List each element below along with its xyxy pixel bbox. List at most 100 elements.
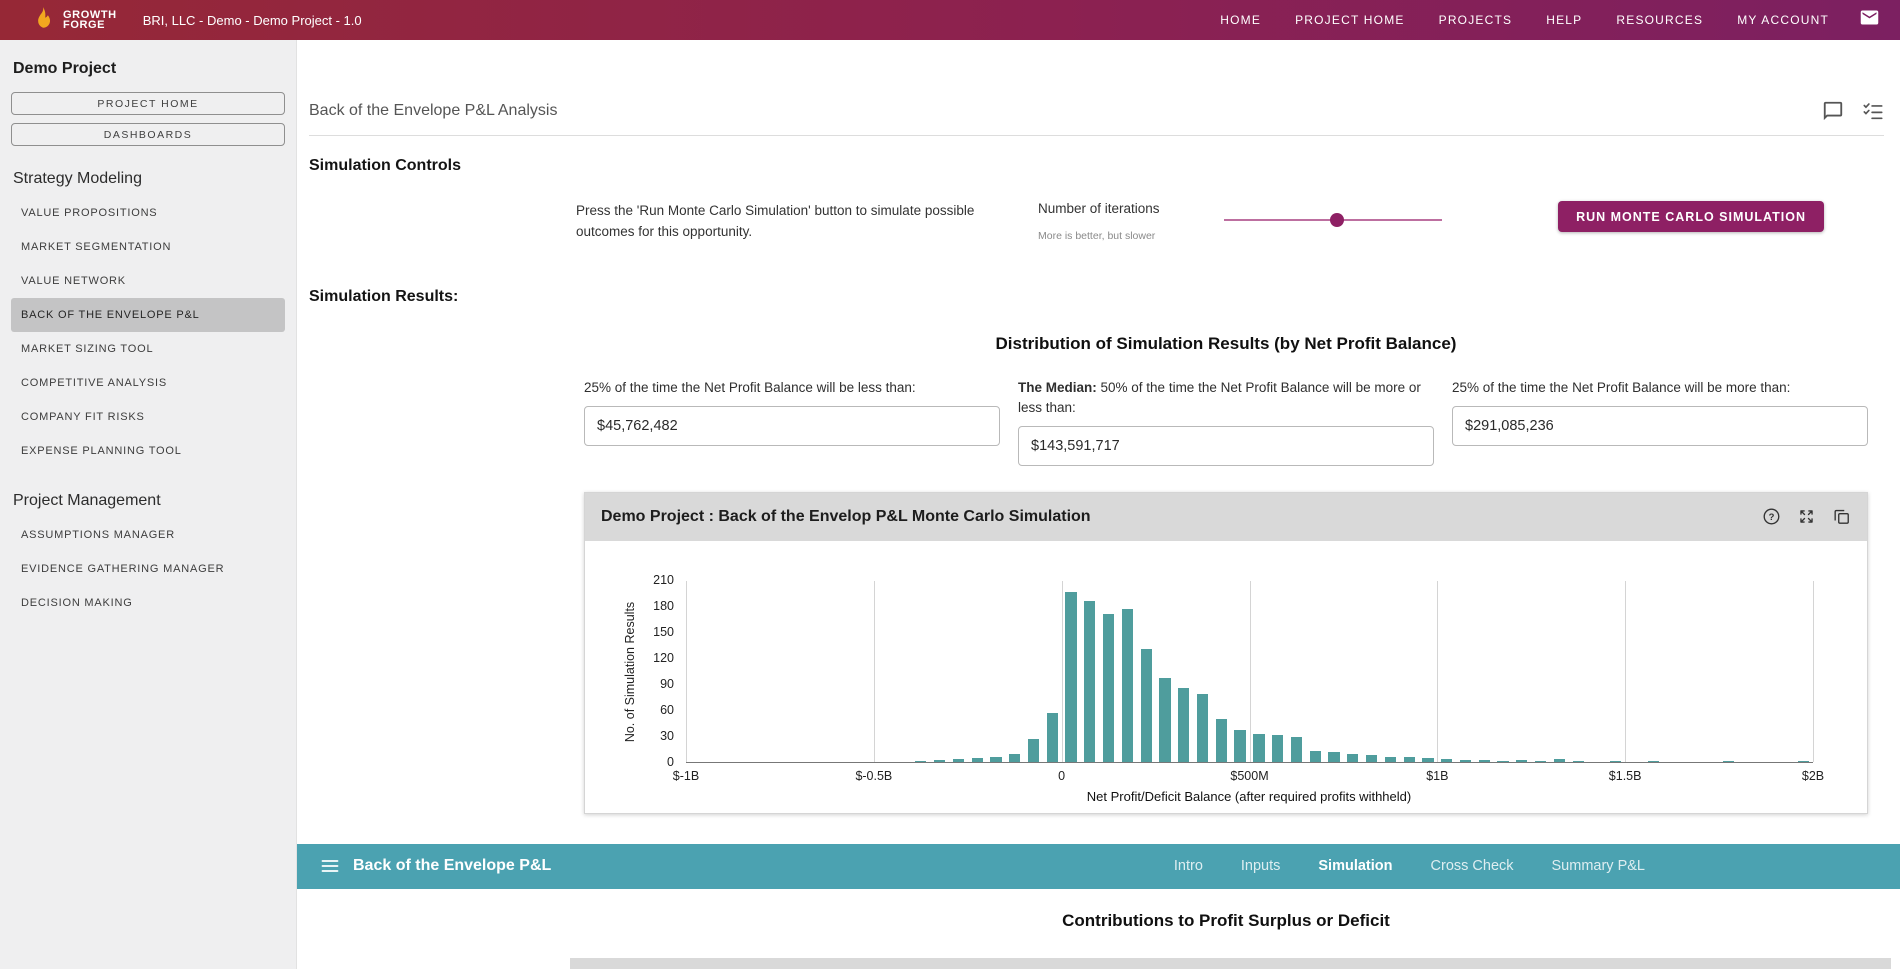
stats-row: 25% of the time the Net Profit Balance w… (584, 378, 1868, 466)
chart-bar (1028, 739, 1039, 761)
sidebar-sections: Strategy ModelingVALUE PROPOSITIONSMARKE… (11, 170, 285, 620)
nav-item-resources[interactable]: RESOURCES (1616, 13, 1703, 27)
mail-icon (1859, 7, 1880, 33)
svg-text:?: ? (1769, 512, 1775, 523)
nav-item-home[interactable]: HOME (1220, 13, 1261, 27)
chart-bar (1610, 761, 1621, 762)
comment-icon[interactable] (1822, 100, 1844, 122)
sidebar-item-market-sizing-tool[interactable]: MARKET SIZING TOOL (11, 332, 285, 366)
stat-column: The Median: 50% of the time the Net Prof… (1018, 378, 1434, 466)
mail-button[interactable] (1859, 7, 1880, 33)
chart-gridline (1813, 581, 1814, 762)
checklist-icon[interactable] (1862, 100, 1884, 122)
sidebar: Demo Project PROJECT HOMEDASHBOARDS Stra… (0, 40, 297, 969)
tab-inputs[interactable]: Inputs (1241, 858, 1281, 874)
sidebar-section-title-strategy-modeling: Strategy Modeling (13, 170, 285, 188)
bottom-toolbar: Back of the Envelope P&L Intro Inputs Simu… (297, 844, 1900, 889)
bottom-toolbar-title: Back of the Envelope P&L (353, 857, 551, 875)
chart-card: Demo Project : Back of the Envelop P&L M… (584, 492, 1868, 814)
sidebar-button-dashboards[interactable]: DASHBOARDS (11, 123, 285, 146)
chart-bar (1648, 761, 1659, 762)
chart-bar (1573, 761, 1584, 762)
chart-bar (1328, 752, 1339, 761)
chart-bar (1178, 688, 1189, 762)
chart-card-icons: ? (1762, 507, 1851, 526)
chart-bar (1366, 755, 1377, 762)
chart-bar (1798, 761, 1809, 762)
sidebar-item-evidence-gathering-manager[interactable]: EVIDENCE GATHERING MANAGER (11, 552, 285, 586)
help-icon[interactable]: ? (1762, 507, 1781, 526)
chart-bar (1009, 754, 1020, 762)
nav-item-project-home[interactable]: PROJECT HOME (1295, 13, 1405, 27)
chart-bar (1122, 609, 1133, 762)
flame-icon (30, 5, 56, 36)
sidebar-item-back-of-the-envelope-p-l[interactable]: BACK OF THE ENVELOPE P&L (11, 298, 285, 332)
stat-value-input[interactable] (584, 406, 1000, 446)
sidebar-item-company-fit-risks[interactable]: COMPANY FIT RISKS (11, 400, 285, 434)
sidebar-item-market-segmentation[interactable]: MARKET SEGMENTATION (11, 230, 285, 264)
stat-value-input[interactable] (1018, 426, 1434, 466)
chart-bar (953, 759, 964, 762)
sidebar-item-competitive-analysis[interactable]: COMPETITIVE ANALYSIS (11, 366, 285, 400)
chart-bar (1723, 761, 1734, 762)
tab-simulation[interactable]: Simulation (1318, 858, 1392, 874)
sidebar-item-decision-making[interactable]: DECISION MAKING (11, 586, 285, 620)
simulation-controls-row: Press the 'Run Monte Carlo Simulation' b… (309, 201, 1884, 243)
nav-item-my-account[interactable]: MY ACCOUNT (1737, 13, 1829, 27)
chart-gridline (1250, 581, 1251, 762)
chart-ytick-label: 60 (660, 703, 674, 717)
project-context-label: BRI, LLC - Demo - Demo Project - 1.0 (143, 13, 362, 28)
logo-line2: FORGE (63, 19, 105, 31)
chart-bar (1141, 649, 1152, 762)
run-monte-carlo-button[interactable]: RUN MONTE CARLO SIMULATION (1558, 201, 1824, 232)
chart-bar (934, 760, 945, 762)
sidebar-item-assumptions-manager[interactable]: ASSUMPTIONS MANAGER (11, 518, 285, 552)
sidebar-item-expense-planning-tool[interactable]: EXPENSE PLANNING TOOL (11, 434, 285, 468)
page-title: Back of the Envelope P&L Analysis (309, 102, 557, 120)
chart-xtick-label: $500M (1230, 769, 1268, 783)
chart-bar (1065, 592, 1076, 762)
chart-bar (1253, 734, 1264, 762)
chart-bar (1197, 694, 1208, 762)
expand-icon[interactable] (1797, 507, 1816, 526)
chart-ytick-label: 150 (653, 625, 674, 639)
chart-xtick-label: 0 (1058, 769, 1065, 783)
stat-label: The Median: 50% of the time the Net Prof… (1018, 378, 1434, 418)
stat-value-input[interactable] (1452, 406, 1868, 446)
app-logo[interactable]: GROWTH FORGE (30, 5, 117, 36)
chart-card-title: Demo Project : Back of the Envelop P&L M… (601, 508, 1091, 526)
chart-gridline (1625, 581, 1626, 762)
bottom-tabs: Intro Inputs Simulation Cross Check Summary … (1174, 858, 1645, 874)
chart-bar (1422, 758, 1433, 761)
iterations-slider[interactable] (1224, 213, 1442, 227)
tab-intro[interactable]: Intro (1174, 858, 1203, 874)
sidebar-section-title-project-management: Project Management (13, 492, 285, 510)
nav-item-help[interactable]: HELP (1546, 13, 1582, 27)
menu-icon[interactable] (320, 856, 340, 876)
chart-xtick-label: $-0.5B (855, 769, 892, 783)
copy-icon[interactable] (1832, 507, 1851, 526)
chart-xtick-label: $2B (1802, 769, 1824, 783)
tab-cross-check[interactable]: Cross Check (1431, 858, 1514, 874)
chart-bar (1516, 760, 1527, 762)
chart-xtick-label: $1B (1426, 769, 1448, 783)
chart-bar (1460, 760, 1471, 762)
sidebar-button-project-home[interactable]: PROJECT HOME (11, 92, 285, 115)
chart-gridline (1062, 581, 1063, 762)
chart-bar (1535, 761, 1546, 762)
simulation-results-heading: Simulation Results: (309, 287, 1884, 306)
iterations-label: Number of iterations (1038, 201, 1206, 216)
tab-summary-p-l[interactable]: Summary P&L (1552, 858, 1645, 874)
chart-bar (1497, 761, 1508, 762)
logo-text: GROWTH FORGE (63, 10, 117, 30)
iterations-note: More is better, but slower (1038, 230, 1206, 242)
sidebar-item-value-propositions[interactable]: VALUE PROPOSITIONS (11, 196, 285, 230)
iterations-slider-thumb[interactable] (1330, 213, 1344, 227)
chart-bar (1554, 759, 1565, 762)
nav-item-projects[interactable]: PROJECTS (1439, 13, 1513, 27)
distribution-title: Distribution of Simulation Results (by N… (584, 334, 1868, 354)
main-content: Back of the Envelope P&L Analysis Simula… (297, 40, 1900, 969)
chart-gridline (874, 581, 875, 762)
sidebar-item-value-network[interactable]: VALUE NETWORK (11, 264, 285, 298)
chart-bar (915, 761, 926, 762)
